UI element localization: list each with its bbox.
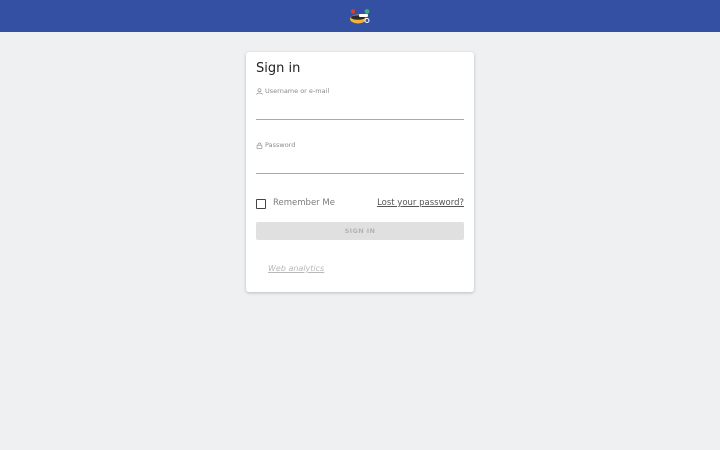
- login-card: Sign in Username or e-mail Password Reme…: [246, 52, 474, 292]
- username-field[interactable]: [256, 103, 464, 120]
- password-label: Password: [256, 141, 295, 149]
- username-label-text: Username or e-mail: [265, 87, 330, 95]
- matomo-logo-icon[interactable]: [347, 8, 374, 25]
- password-field[interactable]: [256, 157, 464, 174]
- web-analytics-link[interactable]: Web analytics: [268, 264, 324, 273]
- top-header-bar: [0, 0, 720, 32]
- remember-me-label[interactable]: Remember Me: [273, 198, 335, 208]
- sign-in-button[interactable]: SIGN IN: [256, 222, 464, 240]
- user-icon: [256, 87, 263, 95]
- username-label: Username or e-mail: [256, 87, 329, 95]
- lost-password-link[interactable]: Lost your password?: [377, 198, 464, 208]
- password-label-text: Password: [265, 141, 296, 149]
- remember-me-checkbox[interactable]: [256, 199, 266, 209]
- lock-icon: [256, 142, 263, 149]
- page-title: Sign in: [256, 61, 301, 76]
